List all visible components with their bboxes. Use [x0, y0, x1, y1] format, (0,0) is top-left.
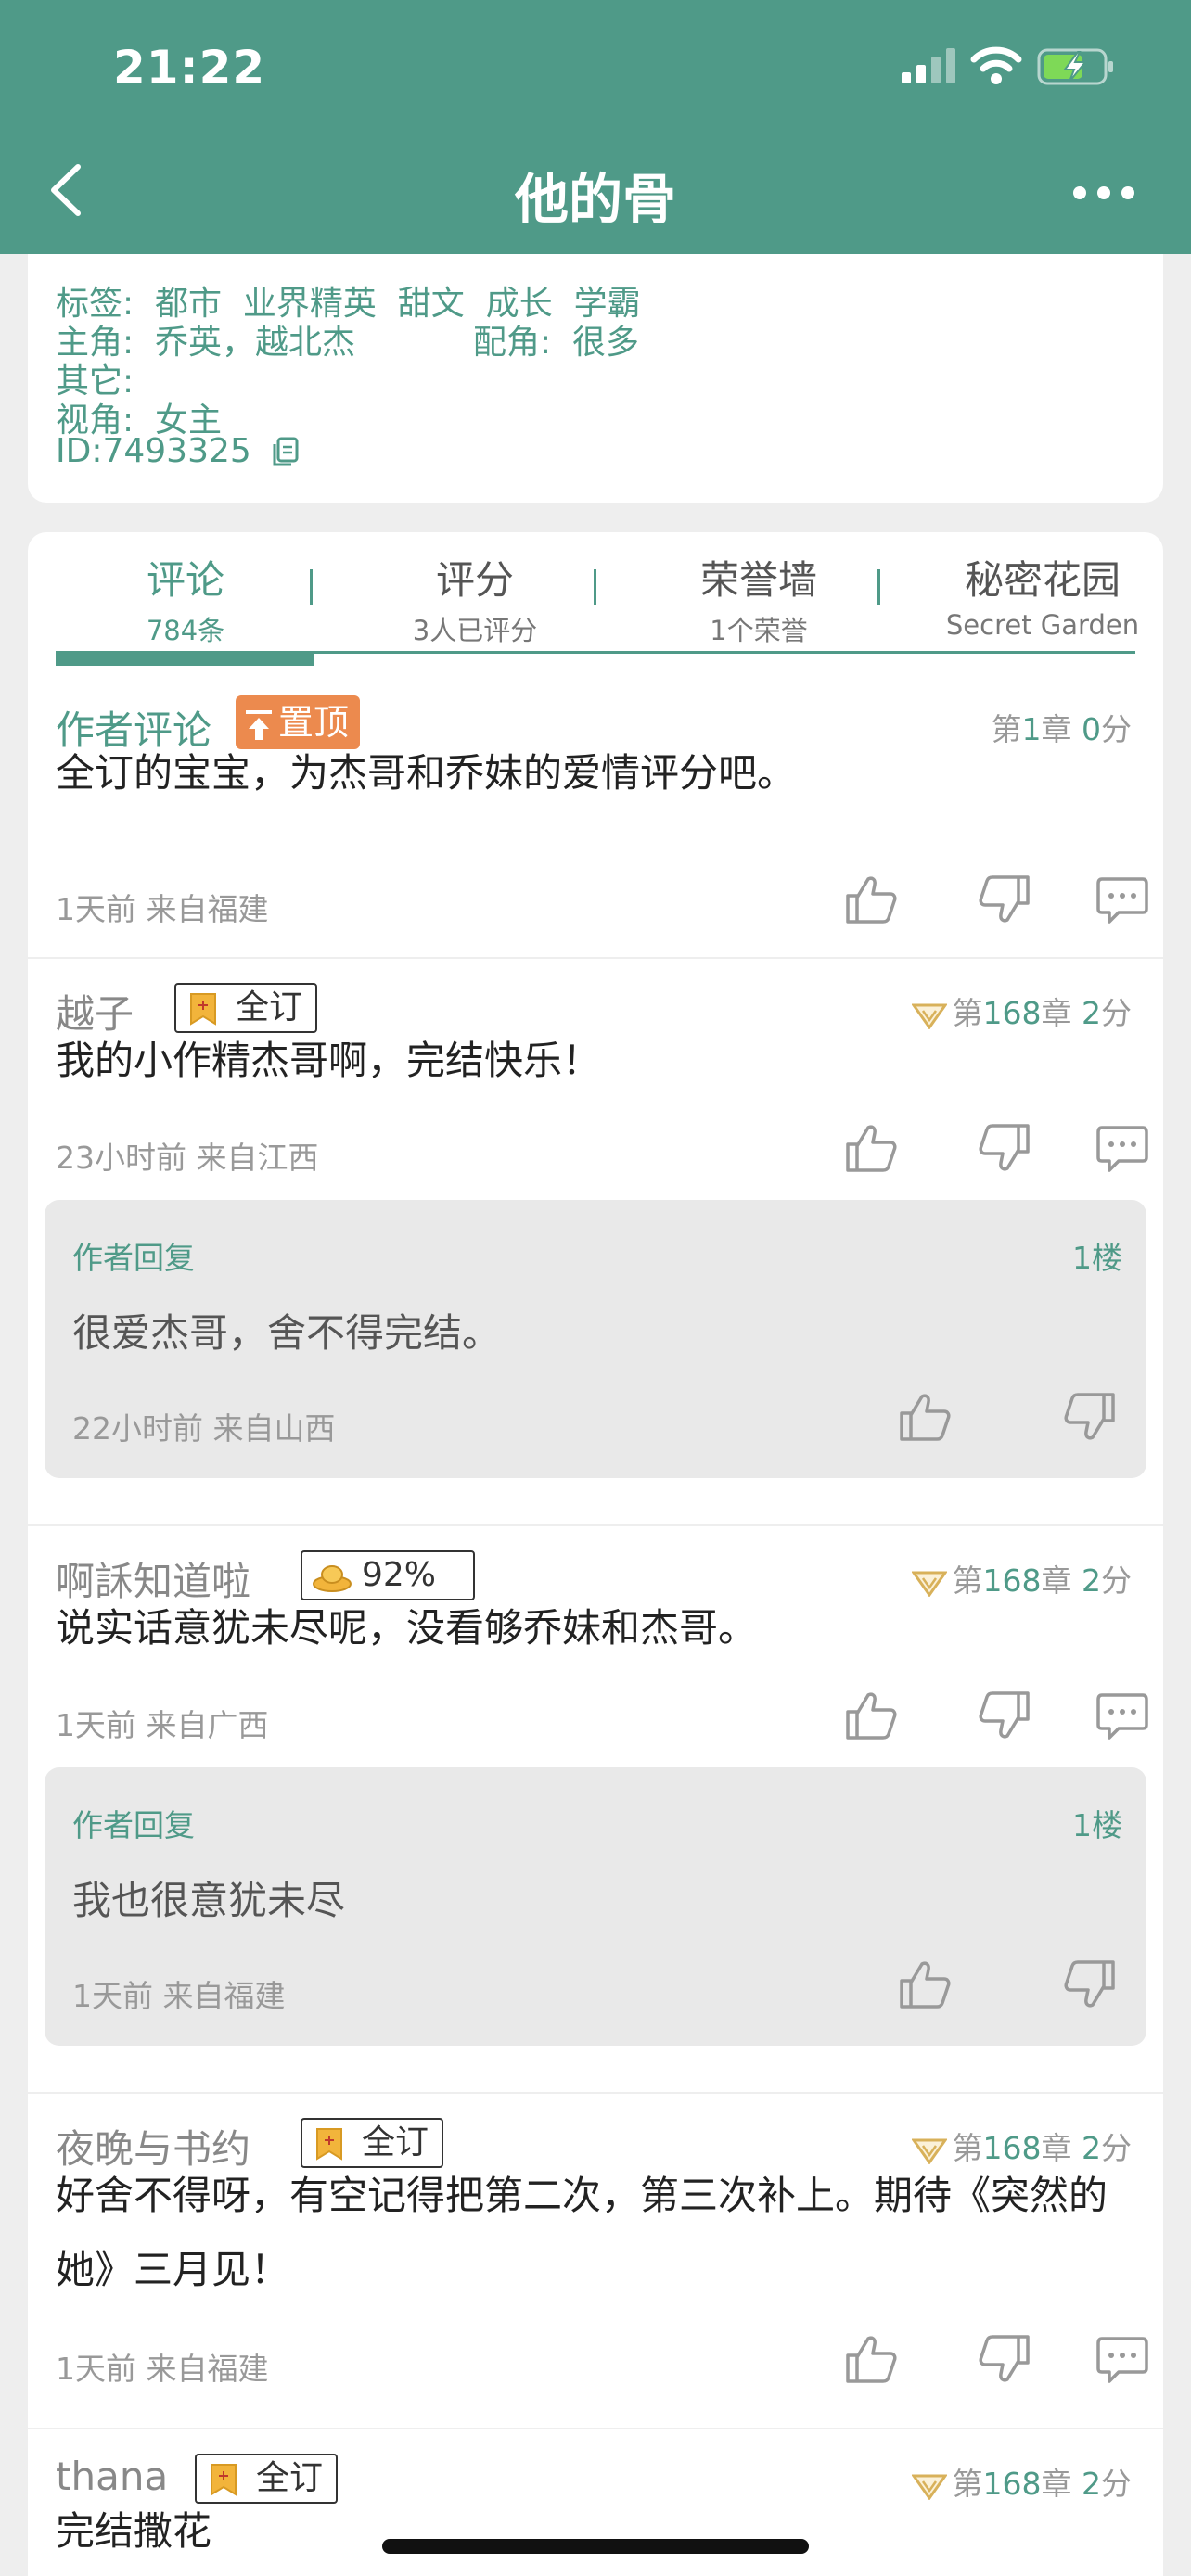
tab-title: 荣誉墙 — [699, 557, 817, 603]
tab-secret-garden[interactable]: 秘密花园 Secret Garden — [903, 549, 1163, 641]
lead-value: 乔英，越北杰 — [155, 324, 356, 362]
tab-divider — [877, 569, 880, 605]
bookmark-icon — [190, 993, 216, 1026]
support-row: 配角: 很多 — [473, 315, 639, 363]
gold-ingot-icon — [313, 1565, 352, 1592]
reply-comment-icon[interactable] — [1095, 2333, 1148, 2385]
dislike-icon[interactable] — [978, 1122, 1031, 1174]
page-title: 他的骨 — [514, 168, 676, 231]
tab-divider — [594, 569, 596, 605]
like-icon[interactable] — [844, 1690, 898, 1741]
tab-active-indicator — [56, 653, 314, 666]
comment-meta: 23小时前 来自江西 — [56, 1140, 319, 1176]
author-reply[interactable]: 作者回复 1楼 我也很意犹未尽 1天前 来自福建 — [45, 1767, 1146, 2046]
divider — [28, 2092, 1163, 2094]
dislike-icon[interactable] — [1063, 1391, 1117, 1443]
dislike-icon[interactable] — [978, 1690, 1031, 1741]
tab-honor-wall[interactable]: 荣誉墙 1个荣誉 — [620, 549, 898, 648]
reply-meta: 22小时前 来自山西 — [72, 1410, 336, 1447]
cellular-signal-icon — [902, 48, 955, 83]
badge-label: 92% — [362, 1556, 437, 1594]
battery-charging-icon — [1037, 48, 1113, 85]
divider — [28, 957, 1163, 959]
comment-meta: 1天前 来自广西 — [56, 1707, 269, 1743]
comments-card: 评论 784条 评分 3人已评分 荣誉墙 1个荣誉 秘密花园 Secret Ga… — [28, 532, 1163, 2576]
reply-meta: 1天前 来自福建 — [72, 1978, 286, 2014]
like-icon[interactable] — [898, 1391, 952, 1443]
reply-author: 作者回复 — [72, 1240, 195, 1276]
reply-floor: 1楼 — [1072, 1240, 1122, 1276]
tab-title: 评论 — [146, 557, 224, 603]
copy-icon[interactable] — [272, 437, 300, 468]
dislike-icon[interactable] — [978, 2333, 1031, 2385]
like-icon[interactable] — [844, 1122, 898, 1174]
reply-comment-icon[interactable] — [1095, 874, 1148, 925]
reply-floor: 1楼 — [1072, 1807, 1122, 1843]
reply-comment-icon[interactable] — [1095, 1690, 1148, 1741]
tab-subtitle: Secret Garden — [945, 609, 1140, 641]
dislike-icon[interactable] — [1063, 1958, 1117, 2010]
like-icon[interactable] — [844, 2333, 898, 2385]
tab-title: 秘密花园 — [964, 557, 1121, 603]
support-label: 配角: — [473, 324, 552, 362]
divider — [28, 2428, 1163, 2429]
comment-text: 好舍不得呀，有空记得把第二次，第三次补上。期待《突然的她》三月见！ — [56, 2173, 1108, 2292]
comment-text: 我的小作精杰哥啊，完结快乐！ — [56, 1038, 602, 1083]
reply-author: 作者回复 — [72, 1807, 195, 1843]
badge-label: 全订 — [236, 988, 303, 1027]
reply-text: 我也很意犹未尽 — [72, 1878, 346, 1923]
wifi-icon — [970, 46, 1022, 84]
reply-text: 很爱杰哥，舍不得完结。 — [72, 1310, 502, 1356]
divider — [28, 1524, 1163, 1526]
tab-subtitle: 784条 — [146, 615, 225, 646]
tab-title: 评分 — [435, 557, 514, 603]
like-icon[interactable] — [844, 874, 898, 925]
badge-label: 全订 — [256, 2459, 324, 2497]
badge-label: 全订 — [362, 2123, 429, 2162]
novel-info-card: 标签: 都市 业界精英 甜文 成长 学霸 主角: 乔英，越北杰 配角: 很多 其… — [28, 254, 1163, 503]
support-value: 很多 — [572, 324, 640, 362]
comment-meta: 1天前 来自福建 — [56, 2351, 269, 2387]
more-options-icon[interactable] — [1067, 182, 1141, 204]
bookmark-icon — [211, 2464, 237, 2496]
comment-text: 完结撒花 — [56, 2508, 212, 2554]
comment-author[interactable]: thana — [56, 2454, 168, 2499]
dislike-icon[interactable] — [978, 874, 1031, 925]
id-row: ID:7493325 — [56, 432, 300, 470]
tab-comments[interactable]: 评论 784条 — [46, 549, 325, 648]
comment-meta: 1天前 来自福建 — [56, 891, 269, 927]
bookmark-icon — [316, 2128, 342, 2161]
status-time: 21:22 — [113, 41, 266, 95]
comment-text: 说实话意犹未尽呢，没看够乔妹和杰哥。 — [56, 1605, 758, 1651]
comment-text: 全订的宝宝，为杰哥和乔妹的爱情评分吧。 — [56, 750, 797, 796]
author-reply[interactable]: 作者回复 1楼 很爱杰哥，舍不得完结。 22小时前 来自山西 — [45, 1200, 1146, 1478]
reply-comment-icon[interactable] — [1095, 1122, 1148, 1174]
tab-subtitle: 1个荣誉 — [710, 615, 808, 646]
tab-subtitle: 3人已评分 — [412, 615, 538, 646]
like-icon[interactable] — [898, 1958, 952, 2010]
tab-divider — [310, 569, 313, 605]
tab-ratings[interactable]: 评分 3人已评分 — [336, 549, 614, 648]
navigation-bar: 21:22 他的骨 — [0, 0, 1191, 254]
home-indicator[interactable] — [382, 2539, 809, 2554]
novel-id: ID:7493325 — [56, 432, 251, 470]
